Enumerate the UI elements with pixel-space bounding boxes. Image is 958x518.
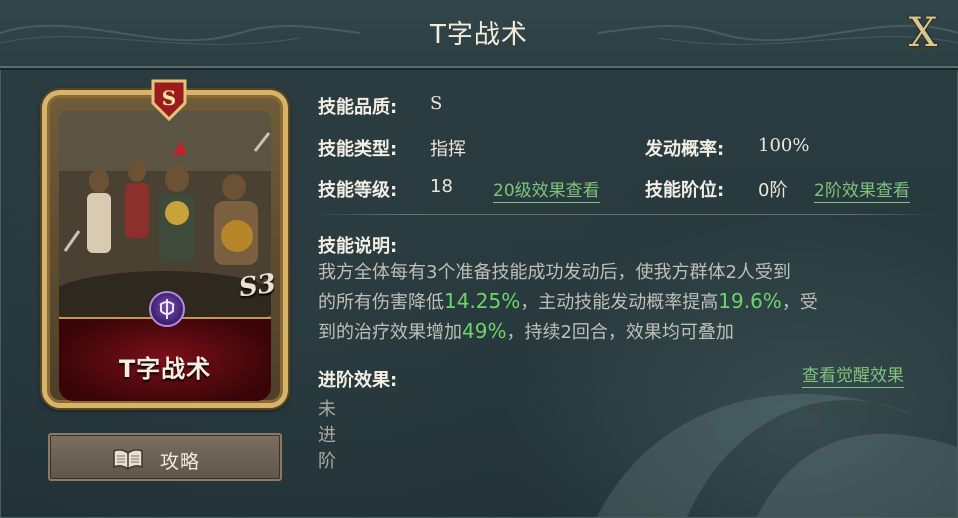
advance-value: 未进阶 [318,399,336,472]
book-icon [113,449,143,470]
type-value: 指挥 [430,139,466,160]
grade-letter: S [161,86,177,110]
skill-description: 我方全体每有3个准备技能成功发动后，使我方群体2人受到 的所有伤害降低14.25… [318,258,918,347]
season-mark: S3 [237,268,278,304]
divider [310,214,938,215]
trigger-rate-value: 100% [758,135,810,156]
card-name: T字战术 [118,355,212,383]
stage-value: 0阶 [758,180,788,201]
quality-value: S [430,93,443,114]
damage-reduction-value: 14.25% [444,289,521,313]
stage-effect-link[interactable]: 2阶效果查看 [814,176,910,203]
skill-card: S S3 T字战术 [42,79,288,408]
description-line-2: 的所有伤害降低14.25%，主动技能发动概率提高19.6%，受 [318,289,818,313]
description-label: 技能说明: [318,236,398,257]
trigger-rate-label: 发动概率: [645,139,725,160]
command-type-icon [149,291,185,327]
trigger-increase-value: 19.6% [718,289,782,313]
quality-label: 技能品质: [318,97,398,118]
stage-label: 技能阶位: [645,180,725,201]
guide-button-label: 攻略 [160,451,201,473]
advance-label: 进阶效果: [318,370,398,391]
window-title: T字战术 [430,20,528,50]
close-button[interactable]: X [900,10,946,56]
level-value: 18 [430,176,453,197]
description-line-3: 到的治疗效果增加49%，持续2回合，效果均可叠加 [318,319,734,343]
healing-increase-value: 49% [462,319,507,343]
type-label: 技能类型: [318,139,398,160]
guide-button[interactable]: 攻略 [48,433,282,481]
description-line-1: 我方全体每有3个准备技能成功发动后，使我方群体2人受到 [318,262,791,283]
card-name-plate: T字战术 [59,317,271,401]
title-bar: T字战术 X [0,0,958,68]
level-effect-link[interactable]: 20级效果查看 [493,176,600,203]
awakening-effect-link[interactable]: 查看觉醒效果 [802,361,904,388]
level-label: 技能等级: [318,180,398,201]
